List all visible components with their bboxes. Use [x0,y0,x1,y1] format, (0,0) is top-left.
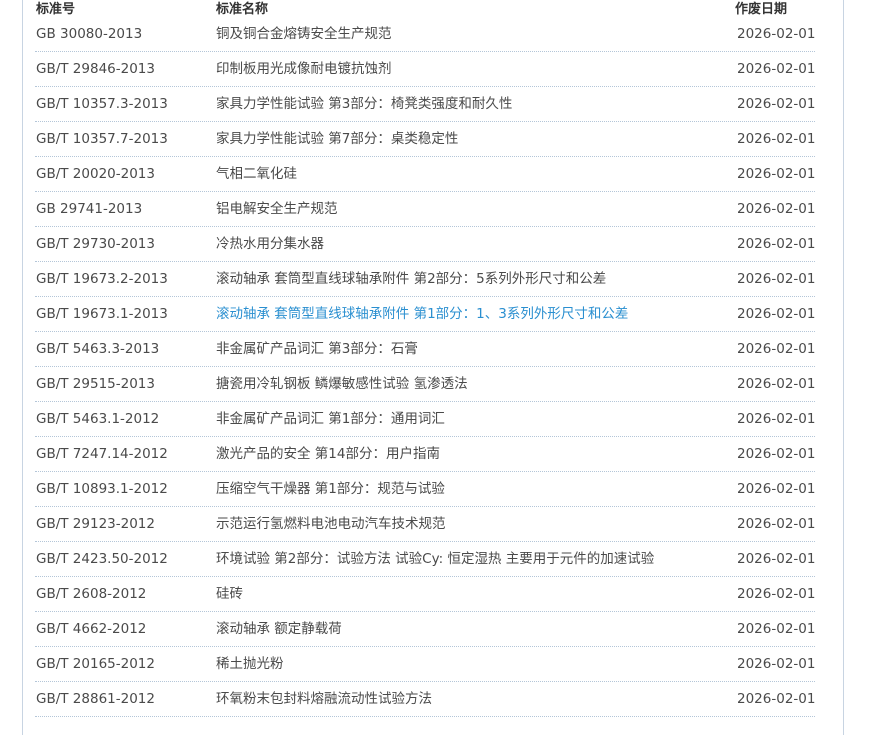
standard-code: GB/T 10893.1-2012 [36,481,168,497]
abolish-date: 2026-02-01 [737,236,816,252]
standard-name-link[interactable]: 滚动轴承 套筒型直线球轴承附件 第2部分：5系列外形尺寸和公差 [216,271,606,288]
standard-code: GB/T 10357.7-2013 [36,131,168,147]
standard-code: GB/T 5463.1-2012 [36,411,160,427]
abolish-date: 2026-02-01 [737,586,816,602]
standard-code: GB/T 2608-2012 [36,586,147,602]
standard-name-link[interactable]: 铜及铜合金熔铸安全生产规范 [216,26,392,43]
table-row[interactable]: GB/T 2423.50-2012 环境试验 第2部分：试验方法 试验Cy: 恒定… [35,542,815,577]
standard-code: GB/T 29123-2012 [36,516,155,532]
table-row[interactable]: GB/T 7247.14-2012 激光产品的安全 第14部分：用户指南 2026-… [35,437,815,472]
standard-name-link[interactable]: 激光产品的安全 第14部分：用户指南 [216,446,440,463]
abolish-date: 2026-02-01 [737,306,816,322]
standard-name-link[interactable]: 冷热水用分集水器 [216,236,324,253]
abolish-date: 2026-02-01 [737,131,816,147]
standard-code: GB/T 7247.14-2012 [36,446,168,462]
table-row[interactable]: GB/T 4662-2012 滚动轴承 额定静载荷 2026-02-01 [35,612,815,647]
standard-code: GB 29741-2013 [36,201,143,217]
abolish-date: 2026-02-01 [737,411,816,427]
standard-name-link[interactable]: 稀土抛光粉 [216,656,284,673]
abolish-date: 2026-02-01 [737,26,816,42]
abolish-date: 2026-02-01 [737,96,816,112]
standard-name-link[interactable]: 气相二氧化硅 [216,166,297,183]
table-row[interactable]: GB/T 2608-2012 硅砖 2026-02-01 [35,577,815,612]
standard-code: GB/T 29846-2013 [36,61,155,77]
abolish-date: 2026-02-01 [737,481,816,497]
table-row[interactable]: GB/T 29730-2013 冷热水用分集水器 2026-02-01 [35,227,815,262]
standard-name-link[interactable]: 压缩空气干燥器 第1部分：规范与试验 [216,481,445,498]
standard-name-link[interactable]: 滚动轴承 额定静载荷 [216,621,342,638]
table-row[interactable]: GB/T 28861-2012 环氧粉末包封料熔融流动性试验方法 2026-02-0… [35,682,815,717]
table-row[interactable]: GB/T 19673.1-2013 滚动轴承 套筒型直线球轴承附件 第1部分：1、… [35,297,815,332]
abolish-date: 2026-02-01 [737,516,816,532]
standard-code: GB/T 10357.3-2013 [36,96,168,112]
standard-code: GB/T 2423.50-2012 [36,551,168,567]
table-row[interactable]: GB/T 5463.3-2013 非金属矿产品词汇 第3部分：石膏 2026-02-… [35,332,815,367]
standard-code: GB 30080-2013 [36,26,143,42]
standard-code: GB/T 4662-2012 [36,621,147,637]
abolish-date: 2026-02-01 [737,551,816,567]
table-row[interactable]: GB/T 29846-2013 印制板用光成像耐电镀抗蚀剂 2026-02-01 [35,52,815,87]
abolish-date: 2026-02-01 [737,271,816,287]
standard-code: GB/T 28861-2012 [36,691,155,707]
header-date: 作废日期 [735,2,788,17]
header-name: 标准名称 [216,2,269,17]
standard-name-link[interactable]: 搪瓷用冷轧钢板 鳞爆敏感性试验 氢渗透法 [216,376,468,393]
abolish-date: 2026-02-01 [737,691,816,707]
table-row[interactable]: GB 29741-2013 铝电解安全生产规范 2026-02-01 [35,192,815,227]
abolish-date: 2026-02-01 [737,621,816,637]
table-row[interactable]: GB/T 10357.3-2013 家具力学性能试验 第3部分：椅凳类强度和耐久性… [35,87,815,122]
standards-table-panel: 标准号 标准名称 作废日期 GB 30080-2013 铜及铜合金熔铸安全生产规范… [22,0,844,735]
standard-name-link[interactable]: 家具力学性能试验 第3部分：椅凳类强度和耐久性 [216,96,512,113]
standard-name-link[interactable]: 非金属矿产品词汇 第1部分：通用词汇 [216,411,445,428]
abolish-date: 2026-02-01 [737,376,816,392]
standard-name-link[interactable]: 家具力学性能试验 第7部分：桌类稳定性 [216,131,458,148]
table-body: GB 30080-2013 铜及铜合金熔铸安全生产规范 2026-02-01 GB/T… [35,17,815,717]
standard-name-link[interactable]: 印制板用光成像耐电镀抗蚀剂 [216,61,392,78]
standard-code: GB/T 5463.3-2013 [36,341,160,357]
standard-code: GB/T 29730-2013 [36,236,155,252]
standard-name-link[interactable]: 示范运行氢燃料电池电动汽车技术规范 [216,516,446,533]
standard-name-link[interactable]: 环氧粉末包封料熔融流动性试验方法 [216,691,432,708]
table-row[interactable]: GB 30080-2013 铜及铜合金熔铸安全生产规范 2026-02-01 [35,17,815,52]
standard-code: GB/T 29515-2013 [36,376,155,392]
header-code: 标准号 [36,2,76,17]
abolish-date: 2026-02-01 [737,166,816,182]
standard-code: GB/T 20165-2012 [36,656,155,672]
standard-name-link[interactable]: 硅砖 [216,586,243,603]
abolish-date: 2026-02-01 [737,341,816,357]
standard-code: GB/T 20020-2013 [36,166,155,182]
standard-code: GB/T 19673.2-2013 [36,271,168,287]
table-row[interactable]: GB/T 19673.2-2013 滚动轴承 套筒型直线球轴承附件 第2部分：5系… [35,262,815,297]
standard-name-link[interactable]: 环境试验 第2部分：试验方法 试验Cy: 恒定湿热 主要用于元件的加速试验 [216,551,654,568]
table-row[interactable]: GB/T 10893.1-2012 压缩空气干燥器 第1部分：规范与试验 2026-… [35,472,815,507]
standard-name-link[interactable]: 非金属矿产品词汇 第3部分：石膏 [216,341,418,358]
abolish-date: 2026-02-01 [737,61,816,77]
table-row[interactable]: GB/T 5463.1-2012 非金属矿产品词汇 第1部分：通用词汇 2026-0… [35,402,815,437]
standard-name-link[interactable]: 滚动轴承 套筒型直线球轴承附件 第1部分：1、3系列外形尺寸和公差 [216,306,628,323]
table-row[interactable]: GB/T 20165-2012 稀土抛光粉 2026-02-01 [35,647,815,682]
table-row[interactable]: GB/T 10357.7-2013 家具力学性能试验 第7部分：桌类稳定性 2026… [35,122,815,157]
abolish-date: 2026-02-01 [737,656,816,672]
standard-name-link[interactable]: 铝电解安全生产规范 [216,201,338,218]
table-row[interactable]: GB/T 29123-2012 示范运行氢燃料电池电动汽车技术规范 2026-02-… [35,507,815,542]
abolish-date: 2026-02-01 [737,446,816,462]
table-row[interactable]: GB/T 20020-2013 气相二氧化硅 2026-02-01 [35,157,815,192]
standard-code: GB/T 19673.1-2013 [36,306,168,322]
table-row[interactable]: GB/T 29515-2013 搪瓷用冷轧钢板 鳞爆敏感性试验 氢渗透法 2026-… [35,367,815,402]
abolish-date: 2026-02-01 [737,201,816,217]
